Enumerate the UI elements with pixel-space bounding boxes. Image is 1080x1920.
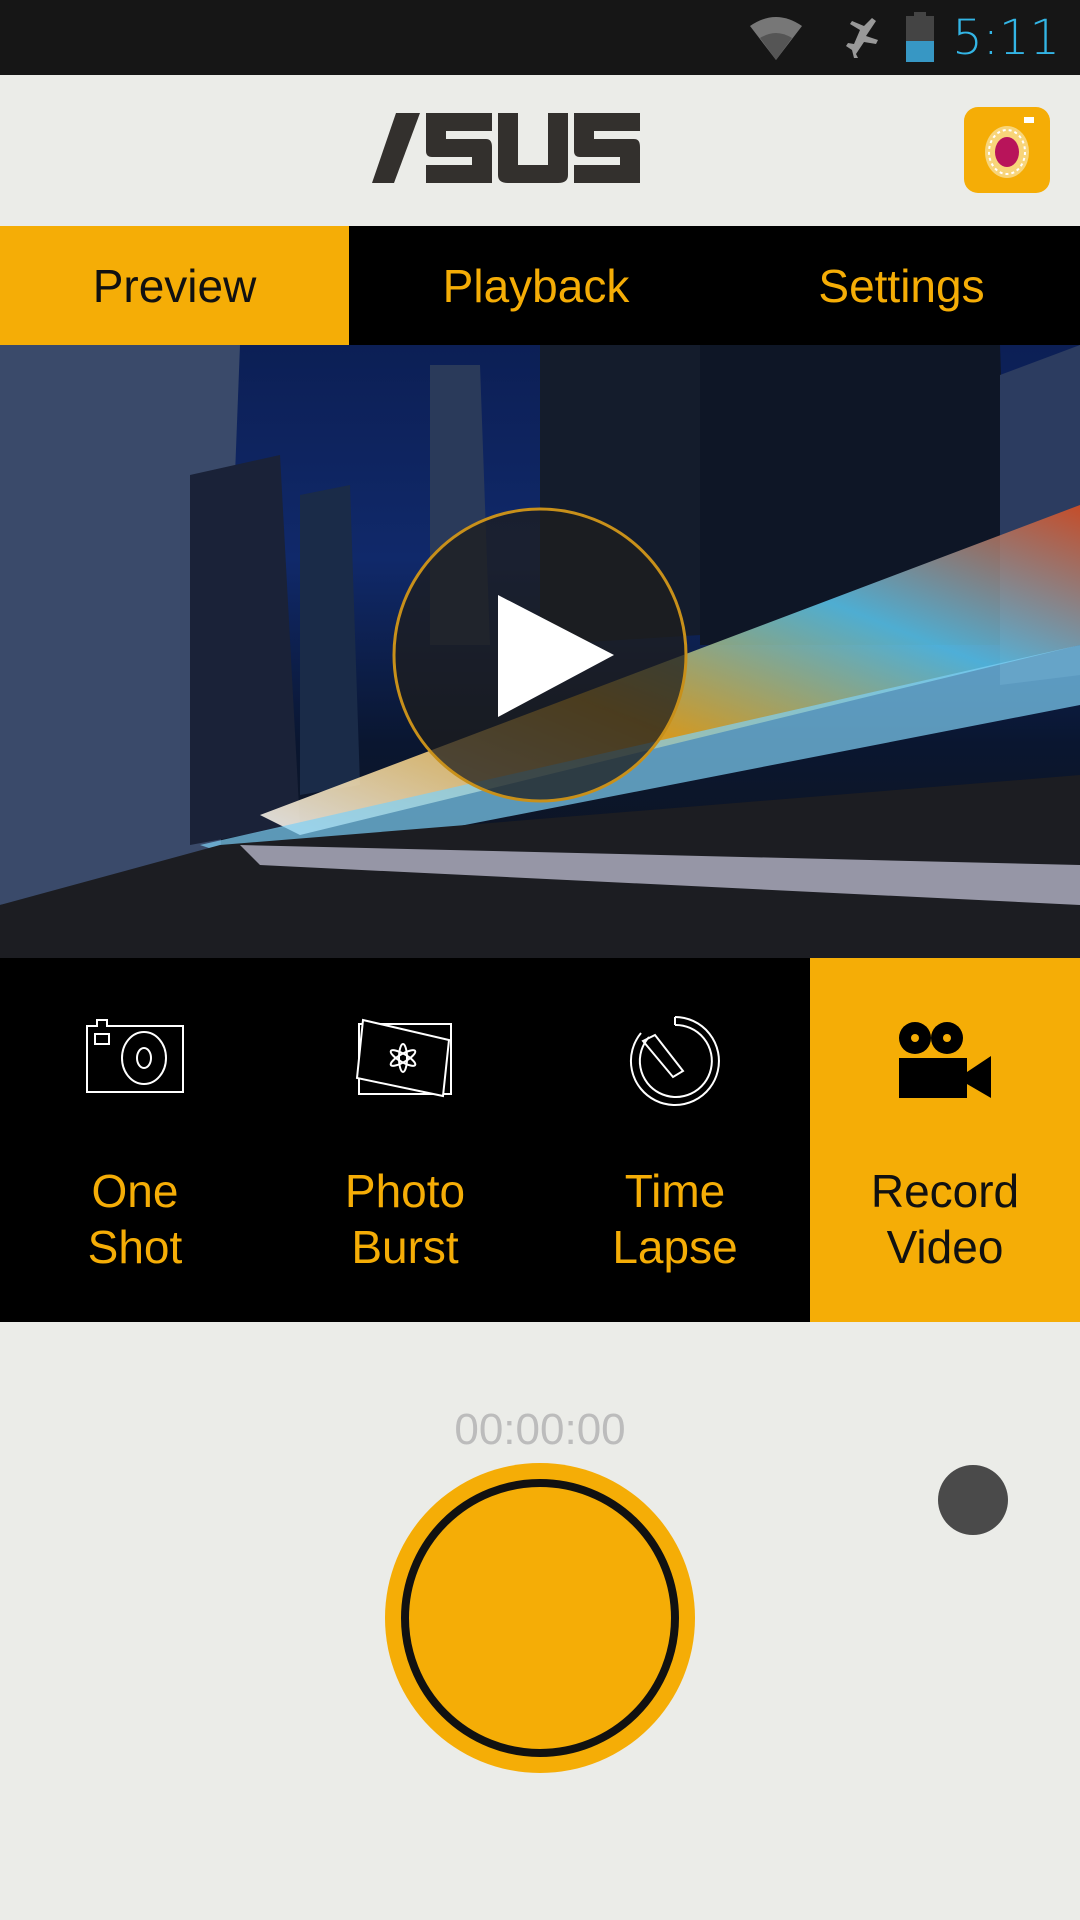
mode-label-line2: Shot <box>87 1221 183 1273</box>
tab-settings[interactable]: Settings <box>723 226 1080 345</box>
mode-one-shot[interactable]: One Shot <box>0 958 270 1322</box>
photo-burst-icon <box>355 1018 452 1098</box>
mode-label-line2: Video <box>886 1221 1004 1273</box>
mode-label-line2: Lapse <box>612 1221 738 1273</box>
status-bar: 5:11 <box>0 0 1080 75</box>
mode-label-line1: Photo <box>344 1165 466 1217</box>
mode-selector: One Shot Photo Burst Time Lapse Record Video <box>0 958 1080 1322</box>
asus-logo <box>372 113 640 183</box>
mode-label-line1: Time <box>624 1165 726 1217</box>
airplane-mode-icon <box>846 18 878 58</box>
app-header <box>0 75 1080 226</box>
mode-label-line2: Burst <box>351 1221 459 1273</box>
record-button[interactable] <box>385 1463 695 1773</box>
battery-icon <box>906 12 934 62</box>
tab-bar: Preview Playback Settings <box>0 226 1080 345</box>
tab-playback[interactable]: Playback <box>349 226 723 345</box>
mode-record-video[interactable]: Record Video <box>810 958 1080 1322</box>
camera-icon <box>86 1019 184 1093</box>
camera-app-icon[interactable] <box>964 107 1050 193</box>
play-button[interactable] <box>390 505 690 805</box>
tab-preview[interactable]: Preview <box>0 226 349 345</box>
camera-preview[interactable] <box>0 345 1080 958</box>
mode-label-line1: One <box>91 1165 179 1217</box>
wifi-icon <box>750 17 802 60</box>
timer-icon <box>630 1016 720 1106</box>
recording-indicator <box>938 1465 1008 1535</box>
video-camera-icon <box>899 1022 991 1098</box>
elapsed-time: 00:00:00 <box>454 1405 626 1454</box>
mode-photo-burst[interactable]: Photo Burst <box>270 958 540 1322</box>
record-button-ring <box>401 1479 679 1757</box>
clock: 5:11 <box>952 10 1060 66</box>
mode-label-line1: Record <box>870 1165 1020 1217</box>
mode-time-lapse[interactable]: Time Lapse <box>540 958 810 1322</box>
